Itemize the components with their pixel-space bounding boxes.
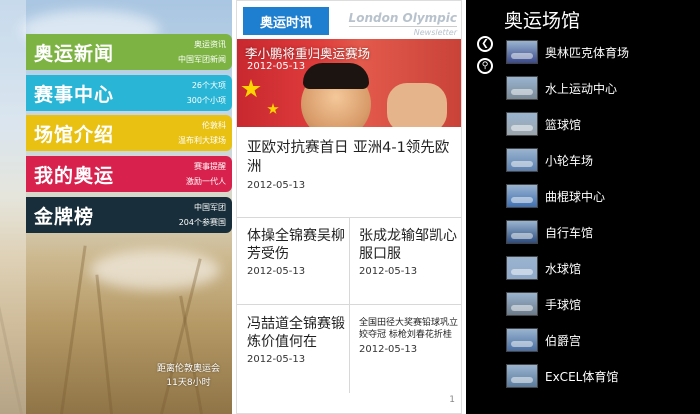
- venue-list-item[interactable]: 水球馆: [506, 253, 696, 283]
- news-date: 2012-05-13: [247, 266, 306, 277]
- tile-title: 我的奥运: [34, 164, 115, 187]
- tile-subtitle: 26个大项 300个小项: [186, 81, 226, 105]
- divider: [349, 217, 350, 393]
- divider: [237, 304, 461, 305]
- venue-label: 小轮车场: [545, 153, 594, 168]
- venue-thumbnail: [506, 256, 538, 280]
- tile-title: 场馆介绍: [34, 123, 115, 146]
- venue-label: 曲棍球中心: [545, 189, 606, 204]
- venues-panel: 奥运场馆 ❮ ⚲ 奥林匹克体育场 水上运动中心 篮球馆小轮车场曲棍球中心自行车馆水球…: [466, 0, 700, 414]
- search-icon[interactable]: ⚲: [477, 58, 493, 74]
- venue-list-item[interactable]: ExCEL体育馆: [506, 361, 696, 391]
- athlete-arm: [387, 83, 447, 127]
- star-icon: [267, 103, 279, 114]
- venue-thumbnail: [506, 328, 538, 352]
- athlete-hair: [303, 63, 369, 89]
- venue-list-item[interactable]: 小轮车场: [506, 145, 696, 175]
- cloud-decoration: [90, 250, 220, 290]
- news-date: 2012-05-13: [359, 344, 418, 355]
- venue-label: 伯爵宫: [545, 333, 582, 348]
- venue-thumbnail: [506, 112, 538, 136]
- venue-list-item[interactable]: 奥林匹克体育场: [506, 37, 696, 67]
- tab-news[interactable]: 奥运时讯: [243, 7, 329, 35]
- venue-thumbnail: [506, 40, 538, 64]
- grass-decoration: [60, 245, 87, 414]
- brand-subtitle: Newsletter: [413, 28, 457, 37]
- venue-thumbnail: [506, 184, 538, 208]
- venue-thumbnail: [506, 148, 538, 172]
- tile-subtitle: 伦敦科 温布利大球场: [178, 121, 226, 145]
- menu-tile-medals[interactable]: 金牌榜 中国军团 204个参赛国: [26, 197, 232, 233]
- brand-title: London Olympic: [348, 11, 457, 25]
- news-panel: 奥运时讯 London Olympic Newsletter 李小鹏将重归奥运赛…: [236, 0, 462, 414]
- tile-title: 金牌榜: [34, 205, 95, 228]
- news-headline: 冯喆道全锦赛锻炼价值何在: [247, 316, 345, 350]
- venue-thumbnail: [506, 364, 538, 388]
- news-headline: 亚欧对抗赛首日 亚洲4-1领先欧洲: [247, 140, 450, 175]
- news-item[interactable]: 全国田径大奖赛铅球巩立姣夺冠 标枪刘春花折桂 2012-05-13: [359, 317, 459, 355]
- venue-label: 手球馆: [545, 297, 582, 312]
- news-item[interactable]: 冯喆道全锦赛锻炼价值何在 2012-05-13: [247, 315, 347, 365]
- news-item[interactable]: 体操全锦赛吴柳芳受伤 2012-05-13: [247, 227, 347, 277]
- star-icon: [241, 79, 261, 98]
- menu-tile-events[interactable]: 赛事中心 26个大项 300个小项: [26, 75, 232, 111]
- news-date: 2012-05-13: [247, 354, 306, 365]
- menu-tile-venues[interactable]: 场馆介绍 伦敦科 温布利大球场: [26, 115, 232, 151]
- page-title: 奥运场馆: [504, 10, 581, 32]
- tile-subtitle: 奥运资讯 中国军团新闻: [178, 40, 226, 64]
- venue-label: 篮球馆: [545, 117, 582, 132]
- news-headline: 全国田径大奖赛铅球巩立姣夺冠 标枪刘春花折桂: [359, 318, 459, 340]
- side-frame: [0, 0, 26, 414]
- hero-date: 2012-05-13: [247, 61, 306, 72]
- news-headline: 张成龙输邹凯心服口服: [359, 228, 457, 262]
- venue-list-item[interactable]: 伯爵宫: [506, 325, 696, 355]
- venue-list-item[interactable]: 水上运动中心: [506, 73, 696, 103]
- menu-tile-my-olympics[interactable]: 我的奥运 赛事提醒 激励一代人: [26, 156, 232, 192]
- news-date: 2012-05-13: [359, 266, 418, 277]
- tile-subtitle: 中国军团 204个参赛国: [178, 203, 226, 227]
- venue-thumbnail: [506, 220, 538, 244]
- tile-subtitle: 赛事提醒 激励一代人: [186, 162, 226, 186]
- venue-label: 奥林匹克体育场: [545, 45, 630, 60]
- grass-decoration: [95, 274, 113, 414]
- menu-tile-news[interactable]: 奥运新闻 奥运资讯 中国军团新闻: [26, 34, 232, 70]
- back-arrow-icon[interactable]: ❮: [477, 36, 493, 52]
- venue-label: 水上运动中心: [545, 81, 618, 96]
- countdown-text: 距离伦敦奥运会 11天8小时: [156, 364, 220, 388]
- venue-list-item[interactable]: 自行车馆: [506, 217, 696, 247]
- page-number: 1: [449, 395, 455, 405]
- grass-decoration: [179, 295, 203, 414]
- venue-label: 自行车馆: [545, 225, 594, 240]
- venue-list-item[interactable]: 手球馆: [506, 289, 696, 319]
- venue-thumbnail: [506, 76, 538, 100]
- news-item[interactable]: 亚欧对抗赛首日 亚洲4-1领先欧洲 2012-05-13: [247, 139, 457, 191]
- venue-list-item[interactable]: 篮球馆: [506, 109, 696, 139]
- tile-title: 赛事中心: [34, 83, 115, 106]
- hero-headline: 李小鹏将重归奥运赛场: [245, 46, 371, 61]
- news-headline: 体操全锦赛吴柳芳受伤: [247, 228, 345, 262]
- news-item[interactable]: 张成龙输邹凯心服口服 2012-05-13: [359, 227, 459, 277]
- hero-news-item[interactable]: 李小鹏将重归奥运赛场 2012-05-13: [237, 39, 461, 127]
- venue-label: ExCEL体育馆: [545, 369, 619, 384]
- venue-label: 水球馆: [545, 261, 582, 276]
- tile-title: 奥运新闻: [34, 42, 115, 65]
- news-date: 2012-05-13: [247, 180, 306, 191]
- brand-divider: [349, 26, 457, 27]
- home-panel: 奥运新闻 奥运资讯 中国军团新闻 赛事中心 26个大项 300个小项 场馆介绍 伦敦…: [0, 0, 232, 414]
- venue-list-item[interactable]: 曲棍球中心: [506, 181, 696, 211]
- venue-thumbnail: [506, 292, 538, 316]
